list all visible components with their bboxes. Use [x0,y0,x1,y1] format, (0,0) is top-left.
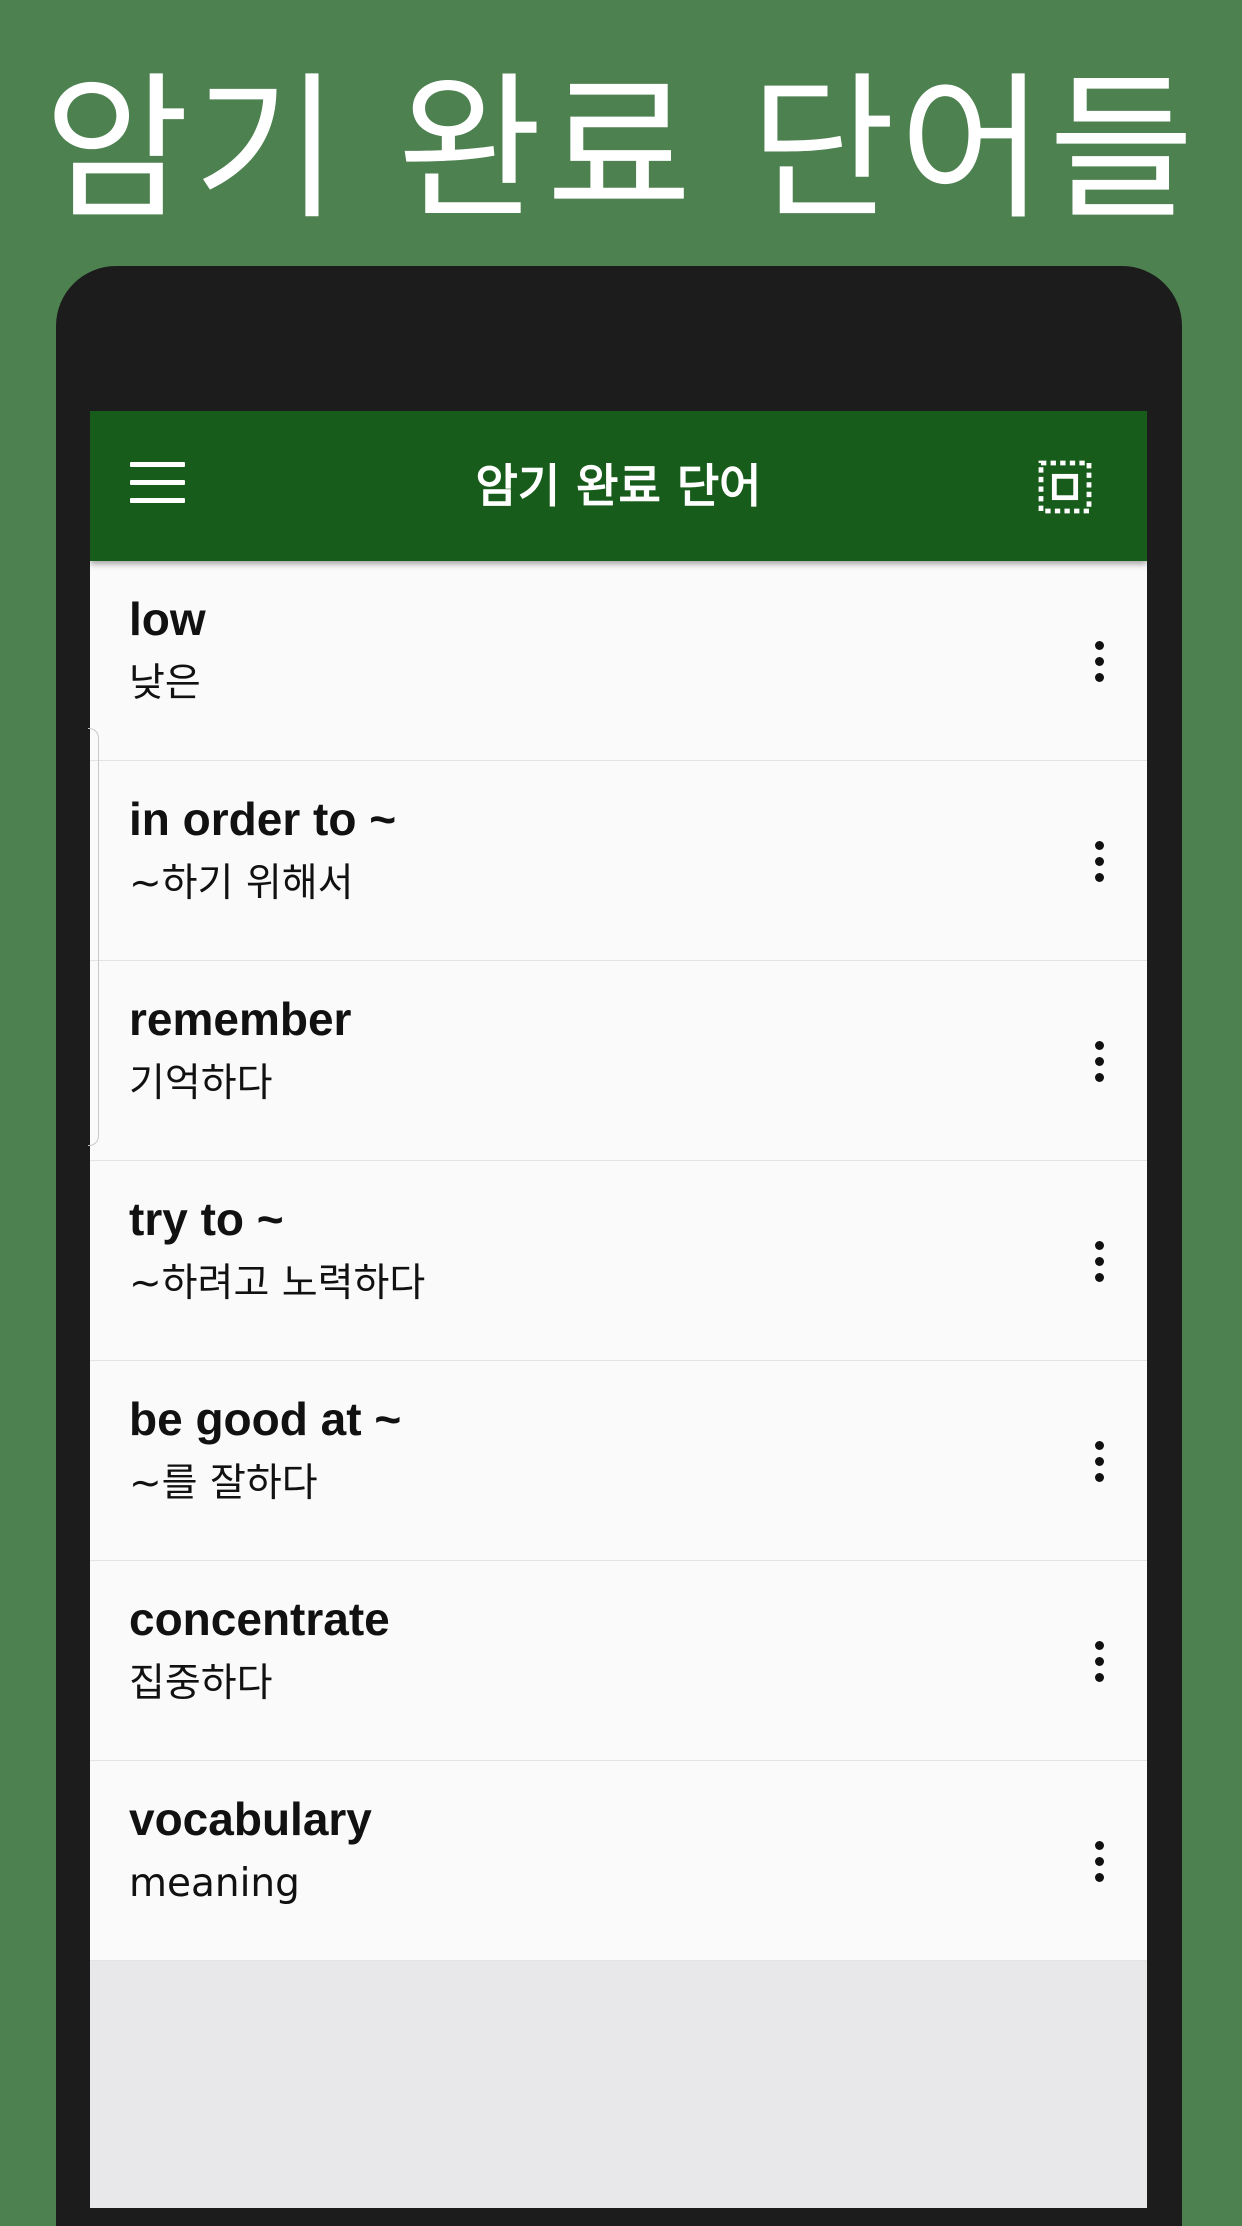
more-options-button[interactable] [1079,1633,1119,1689]
meaning-text: 낮은 [129,661,201,706]
meaning-text: ~하려고 노력하다 [129,1261,426,1306]
meaning-text: ~하기 위해서 [129,861,354,906]
list-item[interactable]: in order to ~ ~하기 위해서 [90,761,1147,961]
more-options-button[interactable] [1079,1833,1119,1889]
app-screen: 암기 완료 단어 low 낮은 in order to ~ ~하기 위해서 re… [90,411,1147,2208]
list-item[interactable]: be good at ~ ~를 잘하다 [90,1361,1147,1561]
select-all-icon [1038,460,1092,514]
word-text: be good at ~ [129,1393,402,1445]
more-options-button[interactable] [1079,833,1119,889]
more-options-button[interactable] [1079,1433,1119,1489]
word-text: concentrate [129,1593,390,1645]
word-text: low [129,593,206,645]
word-text: vocabulary [129,1793,372,1845]
word-text: remember [129,993,352,1045]
promo-headline: 암기 완료 단어들 [44,58,1198,242]
list-item[interactable]: vocabulary meaning [90,1761,1147,1961]
memorized-word-list: low 낮은 in order to ~ ~하기 위해서 remember 기억… [90,561,1147,1961]
select-all-button[interactable] [1033,455,1097,519]
word-text: try to ~ [129,1193,284,1245]
list-item[interactable]: try to ~ ~하려고 노력하다 [90,1161,1147,1361]
more-options-button[interactable] [1079,633,1119,689]
list-item[interactable]: low 낮은 [90,561,1147,761]
meaning-text: meaning [129,1861,300,1906]
more-options-button[interactable] [1079,1033,1119,1089]
meaning-text: 집중하다 [129,1661,273,1706]
more-options-button[interactable] [1079,1233,1119,1289]
list-item[interactable]: remember 기억하다 [90,961,1147,1161]
meaning-text: ~를 잘하다 [129,1461,318,1506]
app-bar-title: 암기 완료 단어 [475,459,762,513]
drawer-edge-handle[interactable] [88,728,99,1146]
word-text: in order to ~ [129,793,397,845]
app-bar: 암기 완료 단어 [90,411,1147,561]
meaning-text: 기억하다 [129,1061,273,1106]
list-item[interactable]: concentrate 집중하다 [90,1561,1147,1761]
menu-button[interactable] [130,456,190,516]
